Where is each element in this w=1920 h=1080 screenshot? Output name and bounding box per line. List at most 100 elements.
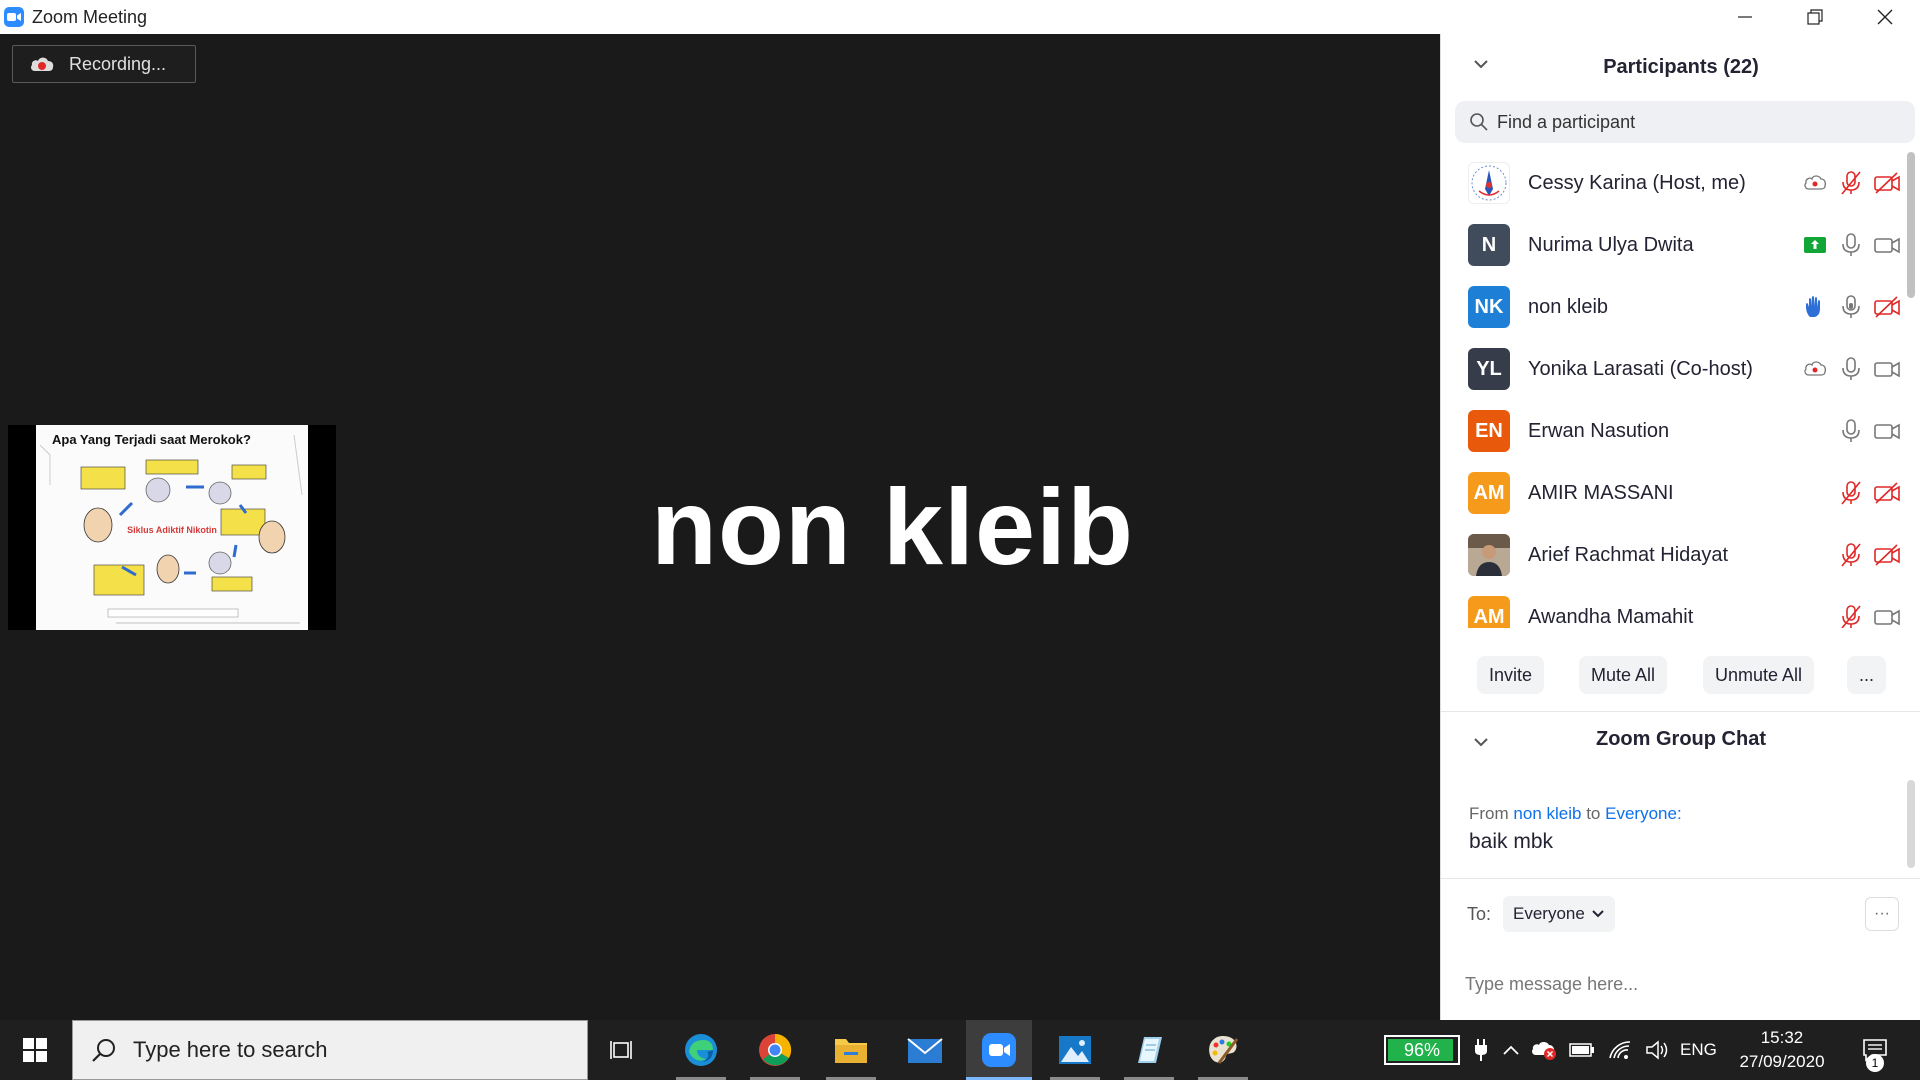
chevron-up-icon	[1503, 1045, 1519, 1055]
chat-message: From non kleib to Everyone: baik mbk	[1469, 804, 1682, 854]
participant-row[interactable]: N Nurima Ulya Dwita	[1441, 214, 1911, 276]
photos-taskbar-app[interactable]	[1042, 1020, 1108, 1080]
video-icon[interactable]	[1869, 602, 1905, 628]
invite-button[interactable]: Invite	[1477, 656, 1545, 694]
participant-name: Arief Rachmat Hidayat	[1528, 543, 1729, 566]
participant-status	[1833, 478, 1905, 508]
mic-muted-icon[interactable]	[1833, 540, 1869, 570]
share-screen-icon	[1797, 230, 1833, 260]
paint-palette-icon	[1209, 1036, 1239, 1064]
participant-row[interactable]: AM Awandha Mamahit	[1441, 586, 1911, 628]
file-explorer-taskbar-app[interactable]	[818, 1020, 884, 1080]
mic-muted-icon[interactable]	[1833, 478, 1869, 508]
recipient-dropdown[interactable]: Everyone	[1503, 896, 1615, 932]
battery-indicator[interactable]: 96%	[1384, 1035, 1460, 1065]
input-language-indicator[interactable]: ENG	[1680, 1020, 1717, 1080]
participant-row[interactable]: YL Yonika Larasati (Co-host)	[1441, 338, 1911, 400]
mail-taskbar-app[interactable]	[892, 1020, 958, 1080]
recording-indicator[interactable]: Recording...	[12, 45, 196, 83]
zoom-taskbar-app[interactable]	[966, 1020, 1032, 1080]
participant-row[interactable]: EN Erwan Nasution	[1441, 400, 1911, 462]
edge-taskbar-app[interactable]	[668, 1020, 734, 1080]
start-button[interactable]	[0, 1020, 70, 1080]
avatar	[1468, 162, 1510, 204]
participant-name: Nurima Ulya Dwita	[1528, 233, 1694, 256]
mail-icon	[907, 1038, 943, 1063]
wifi-icon[interactable]	[1602, 1020, 1638, 1080]
plugged-in-icon	[1466, 1020, 1496, 1080]
taskbar-search-input[interactable]	[133, 1037, 553, 1063]
battery-tray-icon[interactable]	[1564, 1020, 1600, 1080]
chat-message-input[interactable]	[1465, 974, 1885, 995]
photos-icon	[1059, 1036, 1091, 1064]
clock-date: 27/09/2020	[1739, 1052, 1825, 1071]
video-off-icon[interactable]	[1869, 168, 1905, 198]
participant-status	[1797, 168, 1905, 198]
volume-icon[interactable]	[1640, 1020, 1676, 1080]
recording-label: Recording...	[69, 53, 167, 74]
participant-row[interactable]: NK non kleib	[1441, 276, 1911, 338]
mic-icon[interactable]	[1833, 354, 1869, 384]
restore-button[interactable]	[1780, 0, 1850, 34]
video-icon[interactable]	[1869, 416, 1905, 446]
participant-search-input[interactable]	[1497, 111, 1877, 133]
show-hidden-icons-button[interactable]	[1496, 1020, 1526, 1080]
unmute-all-button[interactable]: Unmute All	[1703, 656, 1815, 694]
task-view-button[interactable]	[590, 1020, 656, 1080]
task-view-icon	[610, 1041, 632, 1059]
windows-taskbar: 96% ENG 15:32 27/09/2020 1	[0, 1020, 1920, 1080]
video-stage: Recording... Siklus Adiktif Nikotin Apa …	[0, 34, 1440, 1020]
zoom-icon	[982, 1033, 1016, 1067]
chat-sender-link[interactable]: non kleib	[1513, 804, 1581, 823]
participant-status	[1797, 292, 1905, 322]
window-title: Zoom Meeting	[32, 6, 148, 27]
participants-title: Participants (22)	[1603, 56, 1759, 78]
video-off-icon[interactable]	[1869, 478, 1905, 508]
minimize-button[interactable]	[1710, 0, 1780, 34]
chat-divider	[1441, 878, 1920, 879]
participant-row[interactable]: Cessy Karina (Host, me)	[1441, 152, 1911, 214]
close-window-button[interactable]	[1850, 0, 1920, 34]
minimize-icon	[1738, 16, 1752, 18]
mic-icon[interactable]	[1833, 416, 1869, 446]
mic-muted-icon[interactable]	[1833, 168, 1869, 198]
notepad-taskbar-app[interactable]	[1116, 1020, 1182, 1080]
participant-name: Awandha Mamahit	[1528, 605, 1694, 628]
video-off-icon[interactable]	[1869, 292, 1905, 322]
video-off-icon[interactable]	[1869, 540, 1905, 570]
logo-avatar-icon	[1471, 165, 1507, 201]
window-controls	[1710, 0, 1920, 34]
participant-row[interactable]: Arief Rachmat Hidayat	[1441, 524, 1911, 586]
slide-title: Apa Yang Terjadi saat Merokok?	[52, 432, 251, 447]
participant-search[interactable]	[1455, 101, 1915, 143]
chat-scrollbar[interactable]	[1907, 780, 1915, 868]
mic-icon[interactable]	[1833, 230, 1869, 260]
taskbar-search[interactable]	[72, 1020, 588, 1080]
avatar: YL	[1468, 348, 1510, 390]
avatar	[1468, 534, 1510, 576]
mic-icon[interactable]	[1833, 292, 1869, 322]
onedrive-error-icon[interactable]	[1526, 1020, 1562, 1080]
participant-row[interactable]: AM AMIR MASSANI	[1441, 462, 1911, 524]
paint-taskbar-app[interactable]	[1190, 1020, 1256, 1080]
mic-muted-icon[interactable]	[1833, 602, 1869, 628]
participants-list: Cessy Karina (Host, me) N Nurima Ulya Dw…	[1441, 152, 1911, 628]
more-options-button[interactable]: ...	[1847, 656, 1887, 694]
close-icon	[1877, 9, 1893, 25]
video-icon[interactable]	[1869, 230, 1905, 260]
mute-all-button[interactable]: Mute All	[1579, 656, 1668, 694]
chat-recipient-link[interactable]: Everyone:	[1605, 804, 1682, 823]
zoom-app-icon	[4, 7, 24, 27]
video-icon[interactable]	[1869, 354, 1905, 384]
taskbar-clock[interactable]: 15:32 27/09/2020	[1726, 1026, 1838, 1074]
chrome-taskbar-app[interactable]	[742, 1020, 808, 1080]
avatar: N	[1468, 224, 1510, 266]
participant-status	[1833, 416, 1905, 446]
edge-icon	[685, 1034, 717, 1066]
participant-name: AMIR MASSANI	[1528, 481, 1674, 504]
title-bar: Zoom Meeting	[0, 0, 1920, 34]
chat-more-button[interactable]: ···	[1865, 897, 1899, 931]
participant-status	[1833, 602, 1905, 628]
participants-scrollbar[interactable]	[1907, 152, 1915, 298]
chat-message-meta: From non kleib to Everyone:	[1469, 804, 1682, 823]
